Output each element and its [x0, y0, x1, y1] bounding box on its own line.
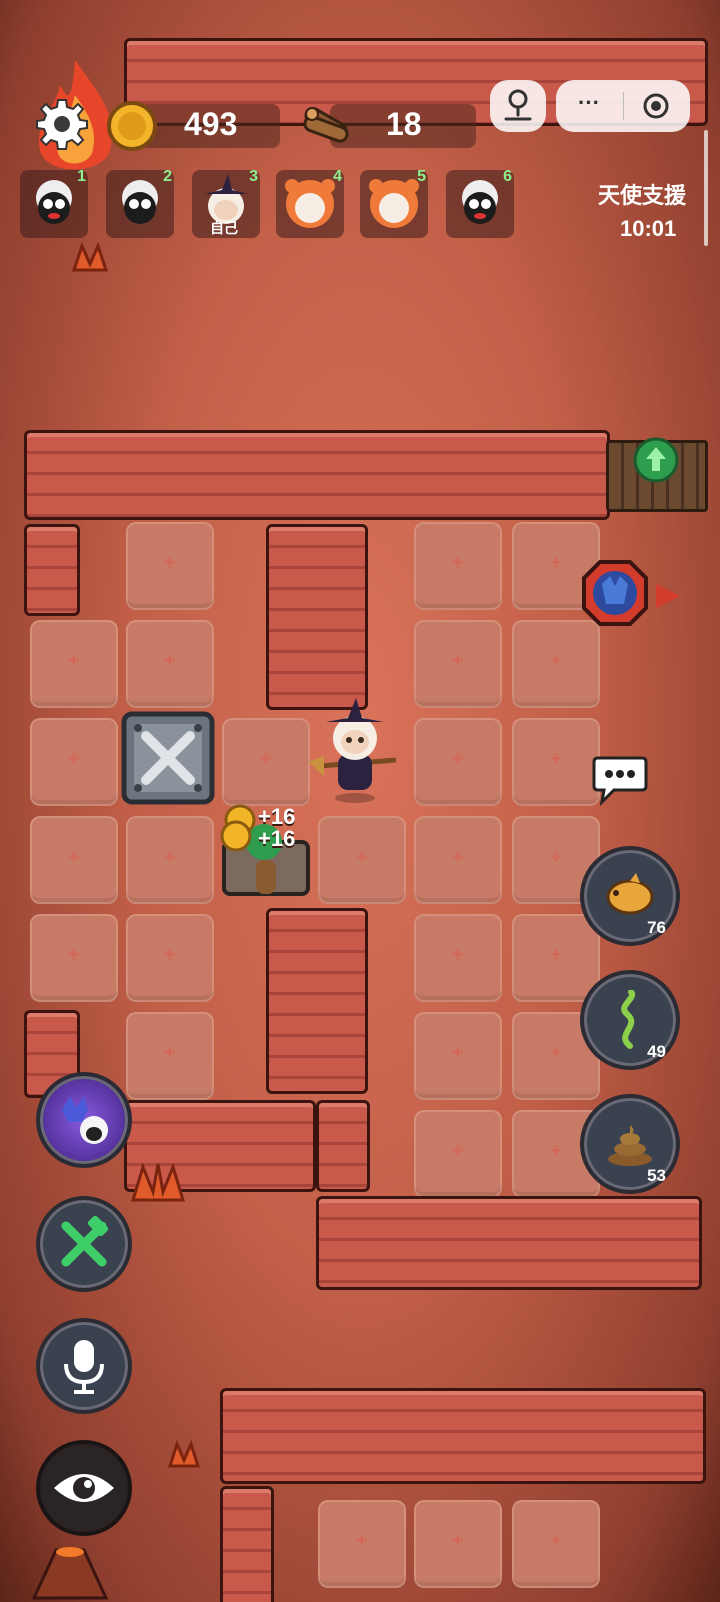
floor-tile — [30, 620, 118, 708]
slot-number: 1 — [77, 168, 86, 185]
wolf-sheep-skill-button[interactable] — [36, 1072, 132, 1168]
slot-number: 3 — [249, 168, 258, 185]
wolf-enemy-marker[interactable] — [580, 558, 690, 638]
gain-label: +16 — [258, 826, 296, 851]
joystick-icon — [504, 89, 532, 121]
slot-number: 5 — [417, 168, 426, 185]
thorn-vine-icon — [621, 990, 636, 1049]
build-tools-button[interactable] — [36, 1196, 132, 1292]
scroll-indicator — [704, 130, 708, 246]
brick-wall — [24, 430, 610, 520]
self-tag: 自己 — [210, 220, 238, 236]
brick-wall — [24, 524, 80, 616]
coin-amount: 493 — [184, 106, 238, 142]
event-title: 天使支援 — [598, 183, 687, 208]
floor-tile — [126, 522, 214, 610]
team-slot[interactable]: 6 — [446, 168, 514, 238]
poop-item-button[interactable]: 53 — [580, 1094, 680, 1194]
team-slot[interactable]: 1 — [20, 168, 88, 238]
slot-number: 6 — [503, 168, 512, 185]
floor-tile — [222, 718, 310, 806]
fence-gate[interactable] — [606, 437, 708, 512]
floor-tile — [414, 1500, 502, 1588]
team-slot[interactable]: 5 — [360, 168, 428, 238]
team-slot[interactable]: 4 — [276, 168, 344, 238]
poop-icon — [608, 1125, 652, 1166]
floor-tile — [126, 816, 214, 904]
floor-tile — [126, 1012, 214, 1100]
floor-tile — [414, 914, 502, 1002]
item-count: 76 — [647, 918, 666, 937]
floor-tile — [512, 1500, 600, 1588]
volcano-rock-icon — [31, 1547, 109, 1600]
spectate-view-button[interactable] — [36, 1440, 132, 1536]
plant-decoration-icon — [130, 1162, 186, 1202]
team-slot-self[interactable]: 3 自己 — [192, 168, 260, 238]
floor-tile — [414, 522, 502, 610]
brick-wall — [316, 1100, 370, 1192]
floor-tile — [414, 620, 502, 708]
close-target-icon[interactable] — [642, 92, 670, 120]
wood-logs-icon — [303, 107, 349, 143]
tiger-hood-sheep-avatar — [369, 179, 419, 228]
coin-icon — [107, 101, 157, 151]
black-sheep-avatar — [462, 180, 498, 224]
floor-tile — [414, 718, 502, 806]
hammer-wrench-icon — [61, 1216, 109, 1267]
floor-tile — [318, 816, 406, 904]
upgrade-arrow-icon — [633, 437, 679, 483]
capsule-divider — [623, 92, 624, 120]
slot-number: 4 — [333, 168, 342, 185]
floor-tile — [30, 816, 118, 904]
brick-wall — [266, 908, 368, 1094]
eye-icon — [54, 1474, 114, 1502]
brick-wall — [220, 1486, 274, 1602]
floor-tile — [126, 620, 214, 708]
slot-number: 2 — [163, 168, 172, 185]
floor-tile — [414, 1012, 502, 1100]
thorn-vine-item-button[interactable]: 49 — [580, 970, 680, 1070]
item-count: 49 — [647, 1042, 666, 1061]
voice-chat-button[interactable] — [36, 1318, 132, 1414]
chat-bubble-icon[interactable] — [592, 754, 648, 806]
wolf-and-sheep-icon — [62, 1096, 108, 1144]
share-button[interactable] — [490, 80, 546, 132]
mini-program-capsule: ··· — [556, 80, 690, 132]
event-timer: 10:01 — [620, 216, 677, 241]
floor-tile — [512, 718, 600, 806]
black-sheep-avatar — [122, 180, 158, 224]
floor-tile — [414, 816, 502, 904]
toolbox-crate-icon[interactable] — [120, 710, 216, 806]
team-slot[interactable]: 2 — [106, 168, 174, 238]
wood-amount: 18 — [386, 106, 422, 142]
floor-tile — [126, 914, 214, 1002]
plant-decoration-icon — [167, 1439, 201, 1468]
item-count: 53 — [647, 1166, 666, 1185]
floor-tile — [30, 718, 118, 806]
floor-tile — [512, 914, 600, 1002]
brick-wall — [316, 1196, 702, 1290]
player-witch-sheep[interactable] — [300, 696, 410, 806]
top-hud: 493 18 ··· 1 2 3 自己 4 5 6 天使支援 10:01 — [0, 0, 720, 250]
black-sheep-avatar — [36, 180, 72, 224]
tiger-hood-sheep-avatar — [285, 179, 335, 228]
floor-tile — [414, 1110, 502, 1198]
more-menu-icon[interactable]: ··· — [578, 90, 600, 116]
microphone-icon — [64, 1340, 104, 1394]
settings-gear-icon[interactable] — [36, 98, 88, 150]
piggy-bank-item-button[interactable]: 76 — [580, 846, 680, 946]
piggy-bank-icon — [606, 873, 654, 915]
floor-tile — [318, 1500, 406, 1588]
brick-wall — [266, 524, 368, 710]
floor-tile — [30, 914, 118, 1002]
brick-wall — [220, 1388, 706, 1484]
